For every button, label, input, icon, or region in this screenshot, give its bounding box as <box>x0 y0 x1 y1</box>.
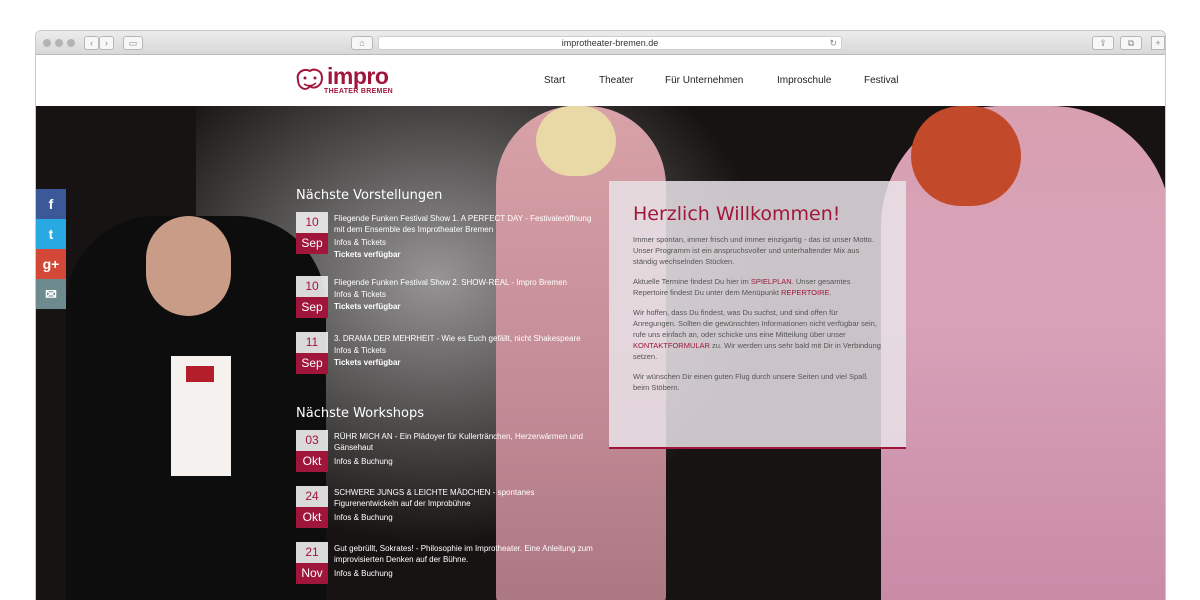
tabs-icon[interactable]: ⧉ <box>1120 36 1142 50</box>
zoom-window-button[interactable] <box>67 39 75 47</box>
nav-theater[interactable]: Theater <box>599 75 633 86</box>
browser-toolbar: ‹ › ▭ ⌂ improtheater-bremen.de ↻ ⇪ ⧉ + <box>36 31 1165 55</box>
date-badge: 03 Okt <box>296 430 328 474</box>
workshop-title[interactable]: RÜHR MICH AN - Ein Plädoyer für Kullertr… <box>334 431 598 453</box>
show-title[interactable]: Fliegende Funken Festival Show 2. SHOW-R… <box>334 277 598 288</box>
date-badge: 10 Sep <box>296 212 328 256</box>
workshop-item: 24 Okt SCHWERE JUNGS & LEICHTE MÄDCHEN - … <box>296 486 616 534</box>
tickets-status: Tickets verfügbar <box>334 250 401 259</box>
workshop-title[interactable]: SCHWERE JUNGS & LEICHTE MÄDCHEN - sponta… <box>334 487 598 509</box>
twitter-share[interactable]: t <box>36 219 66 249</box>
minimize-window-button[interactable] <box>55 39 63 47</box>
workshops-heading: Nächste Workshops <box>296 406 424 421</box>
forward-button[interactable]: › <box>99 36 114 50</box>
facebook-share[interactable]: f <box>36 189 66 219</box>
nav-improschule[interactable]: Improschule <box>777 75 831 86</box>
date-badge: 10 Sep <box>296 276 328 320</box>
spielplan-link[interactable]: SPIELPLAN <box>751 277 792 286</box>
site-header: impro THEATER BREMEN Start Theater Für U… <box>36 56 1165 106</box>
show-info-link[interactable]: Infos & Tickets <box>334 290 386 299</box>
date-day: 11 <box>296 332 328 353</box>
man-bowtie <box>186 366 214 382</box>
facebook-icon: f <box>48 196 54 212</box>
date-month: Sep <box>296 353 328 374</box>
mask-logo-icon <box>296 68 324 90</box>
repertoire-link[interactable]: REPERTOIRE <box>781 288 830 297</box>
twitter-icon: t <box>48 226 54 242</box>
close-window-button[interactable] <box>43 39 51 47</box>
nav-festival[interactable]: Festival <box>864 75 898 86</box>
text: Wir hoffen, dass Du findest, was Du such… <box>633 308 877 339</box>
tickets-status: Tickets verfügbar <box>334 358 401 367</box>
home-icon[interactable]: ⌂ <box>351 36 373 50</box>
date-badge: 21 Nov <box>296 542 328 586</box>
workshop-info-link[interactable]: Infos & Buchung <box>334 569 393 578</box>
nav-fuer-unternehmen[interactable]: Für Unternehmen <box>665 75 743 86</box>
welcome-paragraph: Wir wünschen Dir einen guten Flug durch … <box>633 372 867 392</box>
show-info-link[interactable]: Infos & Tickets <box>334 346 386 355</box>
logo-word: impro <box>327 63 389 89</box>
text: . <box>829 288 832 297</box>
date-badge: 24 Okt <box>296 486 328 530</box>
welcome-box: Herzlich Willkommen! Immer spontan, imme… <box>609 181 906 449</box>
new-tab-button[interactable]: + <box>1151 36 1165 50</box>
back-button[interactable]: ‹ <box>84 36 99 50</box>
welcome-heading: Herzlich Willkommen! <box>633 203 841 225</box>
workshop-title[interactable]: Gut gebrüllt, Sokrates! - Philosophie im… <box>334 543 598 565</box>
workshop-item: 03 Okt RÜHR MICH AN - Ein Plädoyer für Ku… <box>296 430 616 478</box>
welcome-paragraph: Immer spontan, immer frisch und immer ei… <box>633 235 874 266</box>
google-plus-icon: g+ <box>42 256 60 272</box>
text: Aktuelle Termine findest Du hier im <box>633 277 751 286</box>
address-bar[interactable]: improtheater-bremen.de ↻ <box>378 36 842 50</box>
date-badge: 11 Sep <box>296 332 328 376</box>
man-face <box>146 216 231 316</box>
date-day: 03 <box>296 430 328 451</box>
workshop-info-link[interactable]: Infos & Buchung <box>334 513 393 522</box>
show-item: 10 Sep Fliegende Funken Festival Show 2. … <box>296 276 616 324</box>
date-day: 21 <box>296 542 328 563</box>
google-plus-share[interactable]: g+ <box>36 249 66 279</box>
date-day: 10 <box>296 212 328 233</box>
logo-subtitle: THEATER BREMEN <box>324 88 394 95</box>
show-item: 11 Sep 3. DRAMA DER MEHRHEIT - Wie es Euc… <box>296 332 616 380</box>
url-text: improtheater-bremen.de <box>561 38 659 48</box>
site-logo[interactable]: impro THEATER BREMEN <box>294 63 394 100</box>
angel-hair <box>536 106 616 176</box>
date-month: Sep <box>296 233 328 254</box>
tickets-status: Tickets verfügbar <box>334 302 401 311</box>
mail-icon: ✉ <box>45 286 57 302</box>
shows-heading: Nächste Vorstellungen <box>296 188 443 203</box>
welcome-paragraph: Wir hoffen, dass Du findest, was Du such… <box>633 307 882 362</box>
date-day: 24 <box>296 486 328 507</box>
show-info-link[interactable]: Infos & Tickets <box>334 238 386 247</box>
date-month: Okt <box>296 507 328 528</box>
date-month: Sep <box>296 297 328 318</box>
kontaktformular-link[interactable]: KONTAKTFORMULAR <box>633 341 710 350</box>
date-month: Nov <box>296 563 328 584</box>
workshop-info-link[interactable]: Infos & Buchung <box>334 457 393 466</box>
share-icon[interactable]: ⇪ <box>1092 36 1114 50</box>
browser-window: ‹ › ▭ ⌂ improtheater-bremen.de ↻ ⇪ ⧉ + i… <box>35 30 1166 600</box>
hero-image: f t g+ ✉ Nächste Vorstellungen 10 Sep Fli… <box>36 106 1165 600</box>
welcome-paragraph: Aktuelle Termine findest Du hier im SPIE… <box>633 276 882 298</box>
date-day: 10 <box>296 276 328 297</box>
nav-start[interactable]: Start <box>544 75 565 86</box>
date-month: Okt <box>296 451 328 472</box>
show-title[interactable]: Fliegende Funken Festival Show 1. A PERF… <box>334 213 598 235</box>
show-title[interactable]: 3. DRAMA DER MEHRHEIT - Wie es Euch gefä… <box>334 333 598 344</box>
sidebar-toggle-icon[interactable]: ▭ <box>123 36 143 50</box>
woman-hair <box>911 106 1021 206</box>
show-item: 10 Sep Fliegende Funken Festival Show 1. … <box>296 212 616 260</box>
workshop-item: 21 Nov Gut gebrüllt, Sokrates! - Philosop… <box>296 542 616 590</box>
reload-icon[interactable]: ↻ <box>829 37 837 49</box>
mail-share[interactable]: ✉ <box>36 279 66 309</box>
